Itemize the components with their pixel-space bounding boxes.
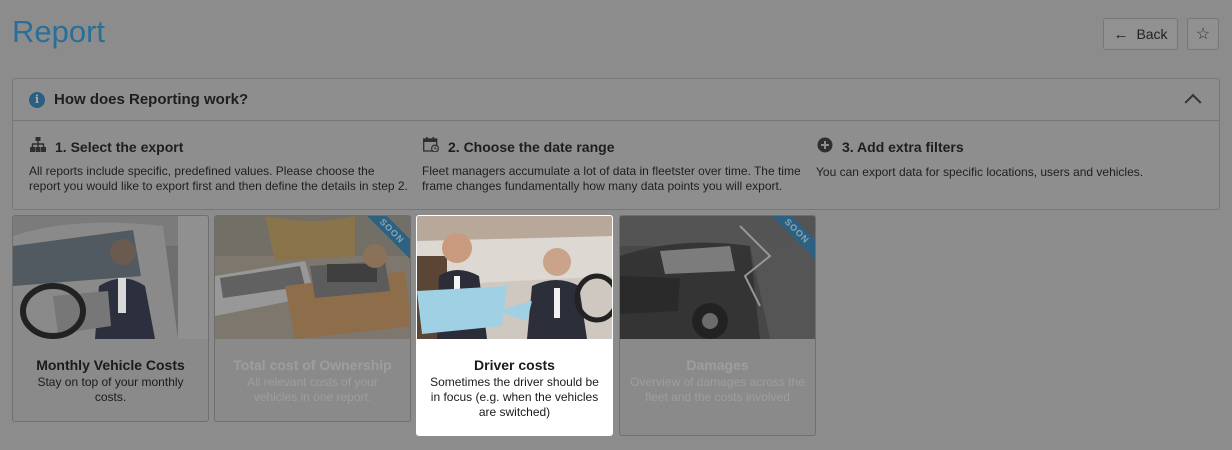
report-card-total-cost-of-ownership[interactable]: SOON Total cost of Ownership All relevan… [214,215,411,422]
back-button[interactable]: ← Back [1103,18,1178,50]
arrow-left-icon: ← [1113,25,1129,43]
favorite-button[interactable]: ☆ [1187,18,1219,50]
report-card-driver-costs[interactable]: Driver costs Sometimes the driver should… [416,215,613,436]
back-button-label: Back [1136,26,1168,42]
calendar-icon [422,137,440,156]
step-title: 1. Select the export [55,138,184,155]
star-icon: ☆ [1195,26,1211,43]
sitemap-icon [29,137,47,156]
card-image [13,216,208,339]
card-title: Total cost of Ownership [233,357,392,373]
page-title: Report [12,14,106,49]
step-description: All reports include specific, predefined… [29,164,408,193]
step-title: 3. Add extra filters [842,139,964,155]
step-select-export: 1. Select the export All reports include… [29,137,409,194]
card-description: Overview of damages across the fleet and… [630,375,805,404]
info-panel: i How does Reporting work? 1. Select the… [12,78,1220,210]
info-panel-title: How does Reporting work? [54,91,249,108]
step-date-range: 2. Choose the date range Fleet managers … [422,137,802,194]
card-title: Damages [686,357,749,373]
card-title: Monthly Vehicle Costs [36,357,185,373]
card-description: Sometimes the driver should be in focus … [430,375,599,419]
report-card-monthly-vehicle-costs[interactable]: Monthly Vehicle Costs Stay on top of you… [12,215,209,422]
step-description: Fleet managers accumulate a lot of data … [422,164,801,193]
report-card-damages[interactable]: SOON Damages Overview of damages across … [619,215,816,436]
card-description: Stay on top of your monthly costs. [37,375,184,404]
info-panel-header[interactable]: i How does Reporting work? [13,79,1219,121]
card-image: SOON [215,216,410,339]
card-image [417,216,612,339]
card-title: Driver costs [474,357,555,373]
step-description: You can export data for specific locatio… [816,165,1144,179]
steps-row: 1. Select the export All reports include… [13,121,1219,211]
step-extra-filters: 3. Add extra filters You can export data… [816,137,1196,180]
info-icon: i [29,91,45,108]
plus-circle-icon [816,137,834,157]
chevron-up-icon[interactable] [1184,93,1202,111]
card-description: All relevant costs of your vehicles in o… [247,375,378,404]
step-title: 2. Choose the date range [448,138,615,155]
card-image: SOON [620,216,815,339]
